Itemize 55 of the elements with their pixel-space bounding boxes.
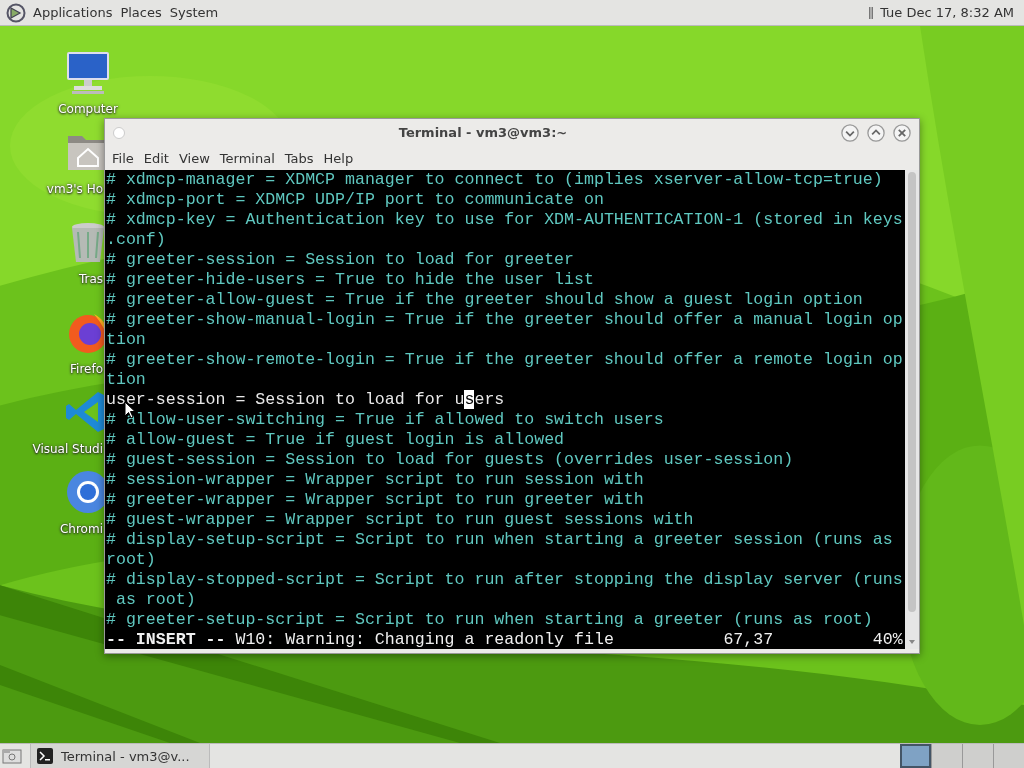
menu-item[interactable]: Terminal (214, 148, 280, 168)
terminal-line: # greeter-show-remote-login = True if the greeter should offer a remote login op (106, 350, 904, 370)
terminal-line: # xdmcp-port = XDMCP UDP/IP port to communicate on (106, 190, 605, 210)
workspace-button[interactable] (993, 744, 1024, 768)
warning-message: W10: Warning: Changing a readonly file (235, 630, 614, 649)
menu-item[interactable]: Tabs (279, 148, 319, 168)
terminal-text: ers (474, 390, 505, 409)
menu-item[interactable]: View (173, 148, 215, 168)
scroll-thumb[interactable] (908, 172, 916, 612)
terminal-line: .conf) (106, 230, 167, 250)
terminal-line: as root) (114, 590, 197, 610)
mode-indicator: -- INSERT -- (106, 630, 226, 649)
workspace-button[interactable] (931, 744, 962, 768)
distro-logo-icon[interactable] (6, 2, 26, 23)
menu-item[interactable]: File (107, 148, 139, 168)
taskbar-button[interactable]: Terminal - vm3@v... (30, 744, 210, 768)
text-cursor: s (464, 390, 475, 409)
panel-menu[interactable]: Places (119, 3, 163, 22)
menu-item[interactable]: Edit (138, 148, 174, 168)
maximize-button[interactable] (867, 123, 885, 142)
scroll-percent: 40% (871, 630, 903, 649)
terminal-line: # display-stopped-script = Script to run after stopping the display server (runs (106, 570, 904, 590)
panel-menu[interactable]: System (168, 3, 220, 22)
terminal-line: # greeter-setup-script = Script to run when starting a greeter (runs as root) (106, 610, 874, 630)
window-menu-icon[interactable] (113, 126, 125, 139)
close-button[interactable] (893, 123, 911, 142)
terminal-line: # xdmcp-key = Authentication key to use for XDM-AUTHENTICATION-1 (stored in keys (106, 210, 904, 230)
clock[interactable]: Tue Dec 17, 8:32 AM (880, 5, 1018, 20)
terminal-line: # allow-user-switching = True if allowed to switch users (106, 410, 665, 430)
minimize-button[interactable] (841, 123, 859, 142)
cursor-position: 67,37 (723, 630, 775, 649)
terminal-line: # greeter-show-manual-login = True if the greeter should offer a manual login op (106, 310, 904, 330)
terminal-line: # greeter-allow-guest = True if the greeter should show a guest login option (106, 290, 864, 310)
terminal-line: # greeter-wrapper = Wrapper script to run greeter with (106, 490, 645, 510)
terminal-text: user-session = Session to load for u (106, 390, 465, 409)
terminal-icon (37, 748, 53, 764)
handle-icon[interactable] (868, 5, 875, 20)
scrollbar[interactable] (905, 170, 919, 649)
panel-menu[interactable]: Applications (32, 3, 114, 22)
desktop-icon[interactable] (2, 748, 22, 764)
terminal-line: root) (106, 550, 157, 570)
terminal-line: # xdmcp-manager = XDMCP manager to connect to (implies xserver-allow-tcp=true) (106, 170, 884, 190)
terminal-line: # guest-wrapper = Wrapper script to run guest sessions with (106, 510, 695, 530)
window-title: Terminal - vm3@vm3:~ (397, 125, 569, 140)
terminal-line: # guest-session = Session to load for guests (overrides user-session) (106, 450, 795, 470)
terminal-line: # session-wrapper = Wrapper script to run session with (106, 470, 645, 490)
terminal-line: # greeter-session = Session to load for greeter (106, 250, 576, 270)
terminal-line: # display-setup-script = Script to run when starting a greeter session (runs as (106, 530, 894, 550)
terminal-line: tion (106, 330, 147, 350)
terminal-line: # greeter-hide-users = True to hide the user list (106, 270, 595, 290)
terminal-line: tion (106, 370, 147, 390)
workspace-button[interactable] (900, 744, 931, 768)
workspace-button[interactable] (962, 744, 993, 768)
terminal-line: # allow-guest = True if guest login is allowed (106, 430, 566, 450)
menu-item[interactable]: Help (318, 148, 359, 168)
